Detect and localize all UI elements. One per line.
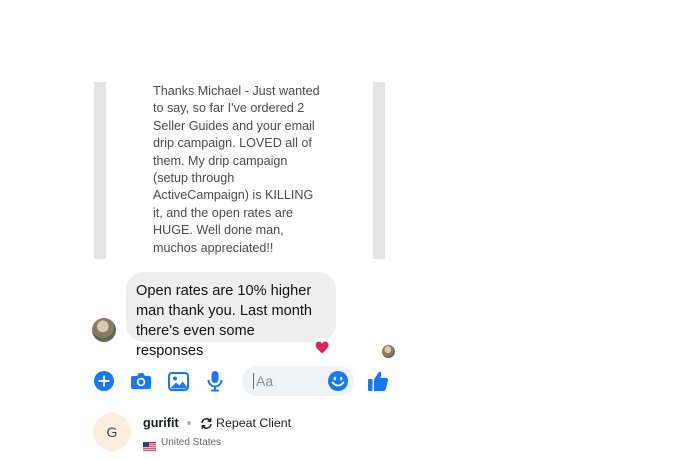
separator-dot xyxy=(187,421,191,425)
message-input[interactable]: Aa xyxy=(242,366,354,396)
read-receipt-avatar xyxy=(382,345,395,358)
message-text: Open rates are 10% higher man thank you.… xyxy=(136,283,313,359)
text-caret xyxy=(253,373,254,389)
message-input-placeholder: Aa xyxy=(256,373,274,389)
image-icon[interactable] xyxy=(167,370,189,392)
microphone-icon[interactable] xyxy=(204,370,226,392)
thumbs-up-icon[interactable] xyxy=(367,370,389,392)
repeat-icon xyxy=(200,417,213,430)
repeat-client-badge: Repeat Client xyxy=(216,416,292,430)
plus-icon[interactable] xyxy=(93,370,115,392)
quoted-message-text: Thanks Michael - Just wanted to say, so … xyxy=(153,84,320,255)
client-country: United States xyxy=(161,437,222,448)
message-bubble[interactable]: Open rates are 10% higher man thank you.… xyxy=(126,272,336,359)
emoji-icon[interactable] xyxy=(327,370,349,392)
camera-icon[interactable] xyxy=(130,370,152,392)
client-avatar-initial: G xyxy=(106,424,118,440)
client-name[interactable]: gurifit xyxy=(143,416,179,430)
quote-bar-left xyxy=(94,82,106,259)
us-flag-icon xyxy=(143,438,156,451)
client-avatar[interactable]: G xyxy=(93,413,131,451)
quote-bar-right xyxy=(373,82,385,259)
heart-reaction-icon[interactable] xyxy=(312,338,332,356)
sender-avatar[interactable] xyxy=(92,318,116,342)
